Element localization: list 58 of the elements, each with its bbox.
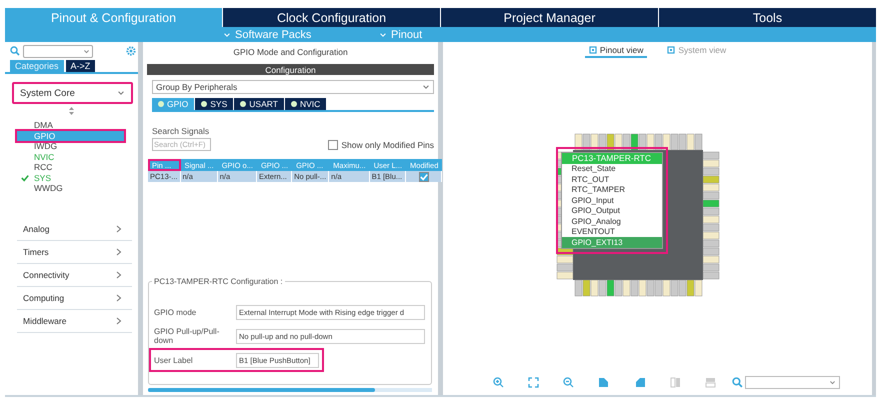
peripheral-item[interactable]: WWDG: [17, 183, 124, 194]
panel-title: GPIO Mode and Configuration: [232, 46, 349, 59]
rotate-left-icon[interactable]: [634, 376, 646, 388]
chevron-icon: [116, 248, 122, 256]
caret-icon: [422, 83, 430, 91]
mode-tab[interactable]: NVIC: [284, 98, 326, 110]
category-item[interactable]: Connectivity: [17, 264, 132, 286]
chevron-icon: [116, 224, 122, 232]
group-dropdown[interactable]: Group By Peripherals: [152, 80, 434, 94]
section-header: Configuration: [147, 64, 434, 75]
field-label: GPIO Pull-up/Pull-down: [154, 327, 220, 345]
search-icon[interactable]: [10, 46, 20, 56]
caret-icon: [379, 30, 387, 38]
main-tab[interactable]: Project Manager: [441, 8, 658, 27]
menu-option[interactable]: Reset_State: [562, 164, 662, 174]
peripheral-item[interactable]: RCC: [17, 162, 124, 172]
check-icon: [20, 174, 28, 182]
peripheral-item[interactable]: IWDG: [17, 141, 124, 152]
zoom-out-icon[interactable]: [563, 376, 574, 388]
main-tab[interactable]: Clock Configuration: [223, 8, 440, 27]
category-item[interactable]: Analog: [17, 218, 132, 240]
view-tab[interactable]: A->Z: [66, 60, 96, 72]
search-icon[interactable]: [732, 376, 743, 388]
mode-tab[interactable]: USART: [234, 98, 284, 110]
scrollbar-thumb[interactable]: [148, 388, 376, 392]
caret-icon: [829, 378, 836, 386]
chevron-icon: [116, 270, 122, 278]
category-item[interactable]: Middleware: [17, 310, 132, 332]
flip-vertical-icon[interactable]: [705, 376, 716, 388]
fit-screen-icon[interactable]: [528, 376, 539, 388]
view-tab[interactable]: Pinout view: [584, 44, 648, 58]
category-header[interactable]: System Core: [12, 82, 133, 104]
sort-arrows-icon: [69, 107, 74, 115]
grid-icon: [667, 46, 676, 54]
caret-icon: [117, 89, 125, 97]
caret-icon: [83, 48, 90, 54]
pin-search-dropdown[interactable]: [745, 376, 840, 388]
caret-icon: [223, 30, 231, 38]
menu-title: PC13-TAMPER-RTC: [562, 152, 662, 164]
chevron-icon: [116, 316, 122, 324]
rotate-right-icon[interactable]: [598, 376, 610, 388]
modified-checkbox[interactable]: [418, 172, 429, 182]
chevron-icon: [116, 294, 122, 302]
category-item[interactable]: Timers: [17, 240, 132, 264]
mode-tab[interactable]: SYS: [195, 98, 234, 110]
flip-horizontal-icon[interactable]: [670, 376, 681, 388]
gear-icon[interactable]: [126, 46, 136, 56]
field-label: User Label: [154, 356, 194, 364]
peripheral-item[interactable]: DMA: [17, 120, 124, 130]
config-title: PC13-TAMPER-RTC Configuration :: [152, 277, 285, 286]
category-item[interactable]: Computing: [17, 286, 132, 310]
modified-pins-checkbox[interactable]: Show only Modified Pins: [328, 140, 434, 150]
field-label: GPIO mode: [154, 308, 198, 316]
zoom-in-icon[interactable]: [493, 376, 504, 388]
search-label: Search Signals: [152, 126, 210, 136]
search-dropdown[interactable]: [23, 44, 93, 58]
main-tab[interactable]: Tools: [659, 8, 876, 27]
grid-icon: [588, 46, 597, 54]
